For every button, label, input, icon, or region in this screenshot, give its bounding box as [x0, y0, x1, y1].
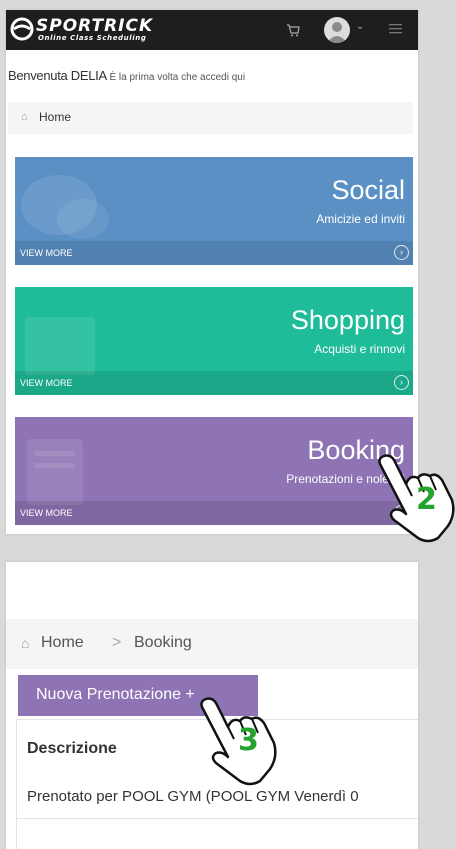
shopping-subtitle: Acquisti e rinnovi	[314, 342, 405, 356]
shopping-title: Shopping	[290, 305, 405, 335]
sportrick-logo[interactable]: SPORTRICK Online Class Scheduling	[10, 16, 190, 46]
step-number-2: 2	[416, 482, 437, 517]
arrow-right-circle-icon[interactable]: ›	[394, 375, 409, 390]
chevron-down-icon[interactable]: ⌄	[356, 21, 364, 32]
shopping-footer[interactable]: VIEW MORE ›	[15, 371, 413, 395]
social-tile[interactable]: Social Amicizie ed inviti VIEW MORE ›	[15, 157, 413, 265]
hamburger-icon[interactable]	[389, 23, 402, 35]
logo-icon	[10, 17, 34, 41]
booking-footer[interactable]: VIEW MORE ›	[15, 501, 413, 525]
view-more-link[interactable]: VIEW MORE	[20, 248, 73, 258]
column-header-description: Descrizione	[27, 740, 117, 757]
shopping-tile[interactable]: Shopping Acquisti e rinnovi VIEW MORE ›	[15, 287, 413, 395]
breadcrumb-current: Booking	[134, 634, 192, 651]
breadcrumb-home[interactable]: Home	[41, 634, 84, 652]
pointer-hand-annotation: 3	[200, 695, 278, 787]
new-booking-label: Nuova Prenotazione +	[36, 686, 195, 703]
avatar-icon	[327, 22, 347, 43]
welcome-name: Benvenuta DELIA	[8, 68, 107, 83]
view-more-link[interactable]: VIEW MORE	[20, 378, 73, 388]
dashboard-screen: SPORTRICK Online Class Scheduling ⌄ Benv…	[6, 10, 418, 534]
table-row[interactable]	[16, 819, 418, 849]
book-icon	[27, 439, 83, 505]
chat-bubble-icon	[21, 175, 109, 239]
home-icon: ⌂	[21, 635, 30, 651]
shopping-bag-icon	[25, 317, 95, 375]
top-navbar: SPORTRICK Online Class Scheduling ⌄	[6, 10, 418, 50]
breadcrumb: ⌂ Home	[8, 102, 413, 134]
step-number-3: 3	[238, 723, 259, 758]
pointer-hand-annotation: 2	[378, 452, 456, 544]
logo-subtitle: Online Class Scheduling	[38, 34, 147, 42]
social-subtitle: Amicizie ed inviti	[316, 212, 405, 226]
user-avatar[interactable]	[324, 17, 350, 43]
home-icon: ⌂	[21, 111, 28, 123]
row-description: Prenotato per POOL GYM (POOL GYM Venerdì…	[27, 788, 359, 805]
arrow-right-circle-icon[interactable]: ›	[394, 245, 409, 260]
view-more-link[interactable]: VIEW MORE	[20, 508, 73, 518]
cart-icon[interactable]	[286, 23, 300, 37]
logo-title: SPORTRICK	[36, 16, 154, 36]
social-footer[interactable]: VIEW MORE ›	[15, 241, 413, 265]
welcome-note: È la prima volta che accedi qui	[109, 72, 246, 83]
breadcrumb: ⌂ Home > Booking	[6, 619, 418, 669]
welcome-message: Benvenuta DELIA È la prima volta che acc…	[8, 68, 245, 83]
breadcrumb-separator: >	[112, 634, 122, 651]
booking-tile[interactable]: Booking Prenotazioni e noleggi VIEW MORE…	[15, 417, 413, 525]
social-title: Social	[331, 175, 405, 205]
breadcrumb-home[interactable]: Home	[39, 110, 71, 124]
